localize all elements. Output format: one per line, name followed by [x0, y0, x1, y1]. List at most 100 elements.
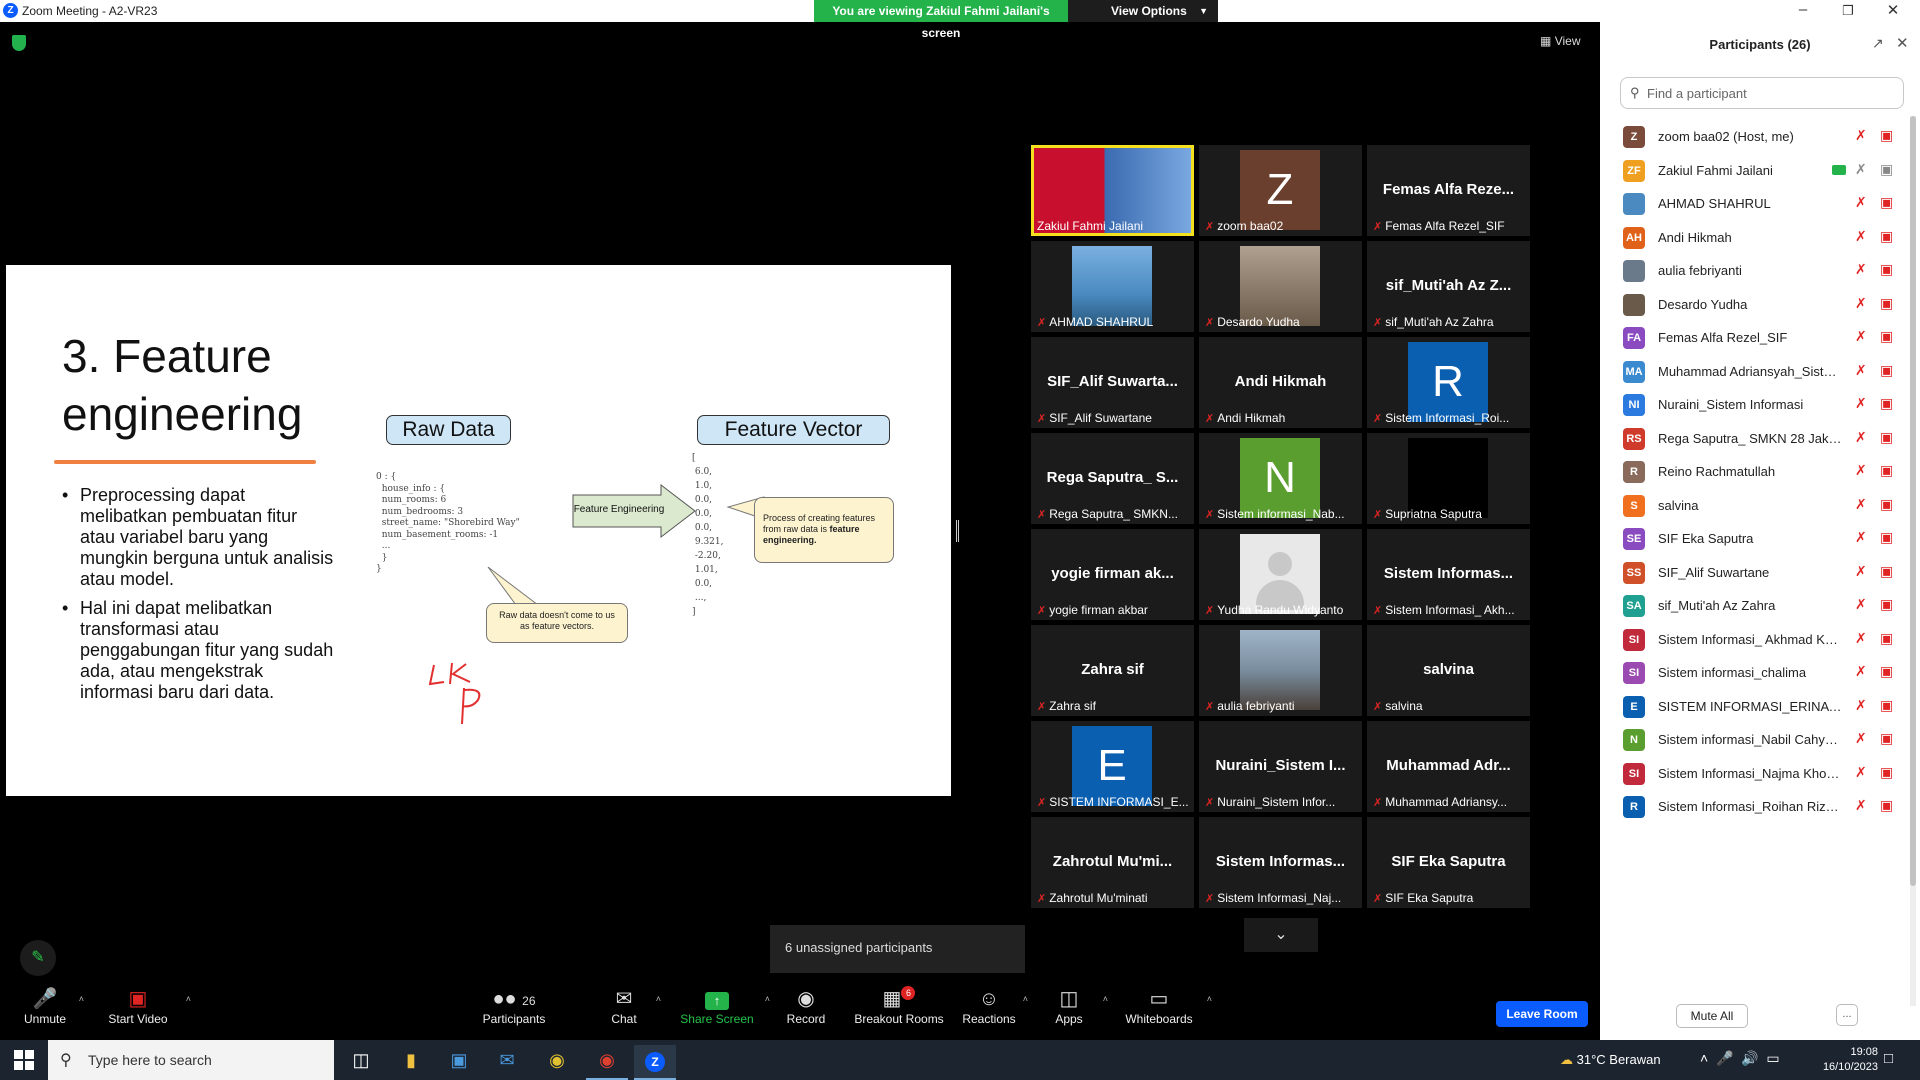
- mic-muted-icon[interactable]: ✗: [1855, 462, 1867, 479]
- window-close-button[interactable]: ✕: [1878, 1, 1908, 19]
- taskbar-search-box[interactable]: ⚲ Type here to search: [48, 1040, 334, 1080]
- annotate-pencil-button[interactable]: ✎: [20, 940, 56, 976]
- video-off-icon[interactable]: ▣: [1880, 630, 1893, 647]
- video-tile[interactable]: ✗ Supriatna Saputra: [1367, 433, 1530, 524]
- maximize-button[interactable]: ❐: [1833, 3, 1863, 19]
- video-off-icon[interactable]: ▣: [1880, 697, 1893, 714]
- video-off-icon[interactable]: ▣: [1880, 261, 1893, 278]
- caret-up-icon[interactable]: ˄: [186, 994, 191, 1004]
- share-screen-button[interactable]: ↑ Share Screen ˄: [672, 986, 770, 1026]
- video-off-icon[interactable]: ▣: [1880, 764, 1893, 781]
- notification-icon[interactable]: □: [1884, 1050, 1893, 1067]
- chrome-icon[interactable]: ◉: [536, 1045, 578, 1080]
- close-icon[interactable]: ✕: [1896, 34, 1909, 52]
- apps-button[interactable]: ◫ Apps ˄: [1024, 986, 1114, 1026]
- participants-button[interactable]: ●● 26 Participants: [469, 986, 559, 1026]
- leave-room-button[interactable]: Leave Room: [1496, 1001, 1588, 1027]
- video-off-icon[interactable]: ▣: [1880, 362, 1893, 379]
- video-tile[interactable]: ✗ AHMAD SHAHRUL: [1031, 241, 1194, 332]
- mic-muted-icon[interactable]: ✗: [1855, 194, 1867, 211]
- gallery-scroll-down-button[interactable]: ⌄: [1244, 918, 1318, 952]
- video-off-icon[interactable]: ▣: [1880, 328, 1893, 345]
- mic-muted-icon[interactable]: ✗: [1855, 228, 1867, 245]
- video-off-icon[interactable]: ▣: [1880, 496, 1893, 513]
- video-off-icon[interactable]: ▣: [1880, 596, 1893, 613]
- mic-muted-icon[interactable]: ✗: [1855, 127, 1867, 144]
- video-off-icon[interactable]: ▣: [1880, 529, 1893, 546]
- participant-row[interactable]: R Sistem Informasi_Roihan Rizki ... ✗ ▣: [1600, 786, 1908, 827]
- record-button[interactable]: ◉ Record: [761, 986, 851, 1026]
- video-off-icon[interactable]: ▣: [1880, 295, 1893, 312]
- zoom-taskbar-icon[interactable]: Z: [634, 1045, 676, 1080]
- video-off-icon[interactable]: ▣: [1880, 127, 1893, 144]
- mic-muted-icon[interactable]: ✗: [1855, 529, 1867, 546]
- task-view-icon[interactable]: ◫: [340, 1045, 382, 1080]
- caret-up-icon[interactable]: ˄: [79, 994, 84, 1004]
- video-off-icon[interactable]: ▣: [1880, 797, 1893, 814]
- caret-up-icon[interactable]: ˄: [656, 994, 661, 1004]
- mic-muted-icon[interactable]: ✗: [1855, 563, 1867, 580]
- video-tile[interactable]: sif_Muti'ah Az Z... ✗ sif_Muti'ah Az Zahr…: [1367, 241, 1530, 332]
- video-off-icon[interactable]: ▣: [1880, 194, 1893, 211]
- unmute-button[interactable]: 🎤 Unmute ˄: [0, 986, 90, 1026]
- reactions-button[interactable]: ☺ Reactions ˄: [944, 986, 1034, 1026]
- participant-list-scrollbar[interactable]: [1910, 116, 1916, 1006]
- mic-icon[interactable]: ✗: [1855, 161, 1867, 178]
- popout-icon[interactable]: ↗: [1872, 35, 1884, 52]
- mic-muted-icon[interactable]: ✗: [1855, 697, 1867, 714]
- video-tile[interactable]: R ✗ Sistem Informasi_Roi...: [1367, 337, 1530, 428]
- video-tile[interactable]: Rega Saputra_ S... ✗ Rega Saputra_ SMKN..…: [1031, 433, 1194, 524]
- start-video-button[interactable]: ▣ Start Video ˄: [93, 986, 191, 1026]
- file-explorer-icon[interactable]: ▮: [390, 1045, 432, 1080]
- video-off-icon[interactable]: ▣: [1880, 663, 1893, 680]
- mic-muted-icon[interactable]: ✗: [1855, 663, 1867, 680]
- chat-button[interactable]: ✉ Chat ˄: [579, 986, 669, 1026]
- video-tile[interactable]: Zakiul Fahmi Jailani: [1031, 145, 1194, 236]
- video-tile[interactable]: salvina ✗ salvina: [1367, 625, 1530, 716]
- video-tile[interactable]: Sistem Informas... ✗ Sistem Informasi_Naj…: [1199, 817, 1362, 908]
- video-off-icon[interactable]: ▣: [1880, 429, 1893, 446]
- security-shield-icon[interactable]: [12, 35, 26, 51]
- video-tile[interactable]: Femas Alfa Reze... ✗ Femas Alfa Rezel_SIF: [1367, 145, 1530, 236]
- video-tile[interactable]: Z ✗ zoom baa02: [1199, 145, 1362, 236]
- unassigned-participants-notice[interactable]: 6 unassigned participants: [770, 925, 1025, 973]
- whiteboards-button[interactable]: ▭ Whiteboards ˄: [1114, 986, 1212, 1026]
- video-tile[interactable]: Zahrotul Mu'mi... ✗ Zahrotul Mu'minati: [1031, 817, 1194, 908]
- video-tile[interactable]: yogie firman ak... ✗ yogie firman akbar: [1031, 529, 1194, 620]
- video-off-icon[interactable]: ▣: [1880, 730, 1893, 747]
- mic-muted-icon[interactable]: ✗: [1855, 261, 1867, 278]
- video-tile[interactable]: SIF Eka Saputra ✗ SIF Eka Saputra: [1367, 817, 1530, 908]
- mic-muted-icon[interactable]: ✗: [1855, 496, 1867, 513]
- mic-muted-icon[interactable]: ✗: [1855, 328, 1867, 345]
- video-tile[interactable]: ✗ aulia febriyanti: [1199, 625, 1362, 716]
- breakout-rooms-button[interactable]: ▦ 6 Breakout Rooms: [853, 986, 945, 1026]
- participant-search-input[interactable]: ⚲ Find a participant: [1620, 77, 1904, 109]
- video-tile[interactable]: Sistem Informas... ✗ Sistem Informasi_ Ak…: [1367, 529, 1530, 620]
- video-tile[interactable]: SIF_Alif Suwarta... ✗ SIF_Alif Suwartane: [1031, 337, 1194, 428]
- scrollbar-thumb[interactable]: [1910, 116, 1916, 886]
- video-tile[interactable]: Muhammad Adr... ✗ Muhammad Adriansy...: [1367, 721, 1530, 812]
- start-button[interactable]: [14, 1050, 34, 1070]
- video-tile[interactable]: N ✗ Sistem informasi_Nab...: [1199, 433, 1362, 524]
- mic-muted-icon[interactable]: ✗: [1855, 764, 1867, 781]
- video-tile[interactable]: ✗ Desardo Yudha: [1199, 241, 1362, 332]
- view-options-button[interactable]: View Options ▼: [1068, 0, 1218, 22]
- mute-all-button[interactable]: Mute All: [1676, 1004, 1748, 1028]
- mail-icon[interactable]: ✉: [486, 1045, 528, 1080]
- view-button[interactable]: ▦ View: [1540, 34, 1580, 48]
- mic-muted-icon[interactable]: ✗: [1855, 797, 1867, 814]
- store-icon[interactable]: ▣: [438, 1045, 480, 1080]
- mic-muted-icon[interactable]: ✗: [1855, 730, 1867, 747]
- minimize-button[interactable]: –: [1788, 1, 1818, 18]
- video-off-icon[interactable]: ▣: [1880, 395, 1893, 412]
- mic-muted-icon[interactable]: ✗: [1855, 362, 1867, 379]
- mic-muted-icon[interactable]: ✗: [1855, 395, 1867, 412]
- video-tile[interactable]: Andi Hikmah ✗ Andi Hikmah: [1199, 337, 1362, 428]
- video-tile[interactable]: E ✗ SISTEM INFORMASI_E...: [1031, 721, 1194, 812]
- caret-up-icon[interactable]: ˄: [1207, 994, 1212, 1004]
- video-off-icon[interactable]: ▣: [1880, 563, 1893, 580]
- mic-muted-icon[interactable]: ✗: [1855, 429, 1867, 446]
- mic-muted-icon[interactable]: ✗: [1855, 596, 1867, 613]
- video-off-icon[interactable]: ▣: [1880, 228, 1893, 245]
- mic-muted-icon[interactable]: ✗: [1855, 630, 1867, 647]
